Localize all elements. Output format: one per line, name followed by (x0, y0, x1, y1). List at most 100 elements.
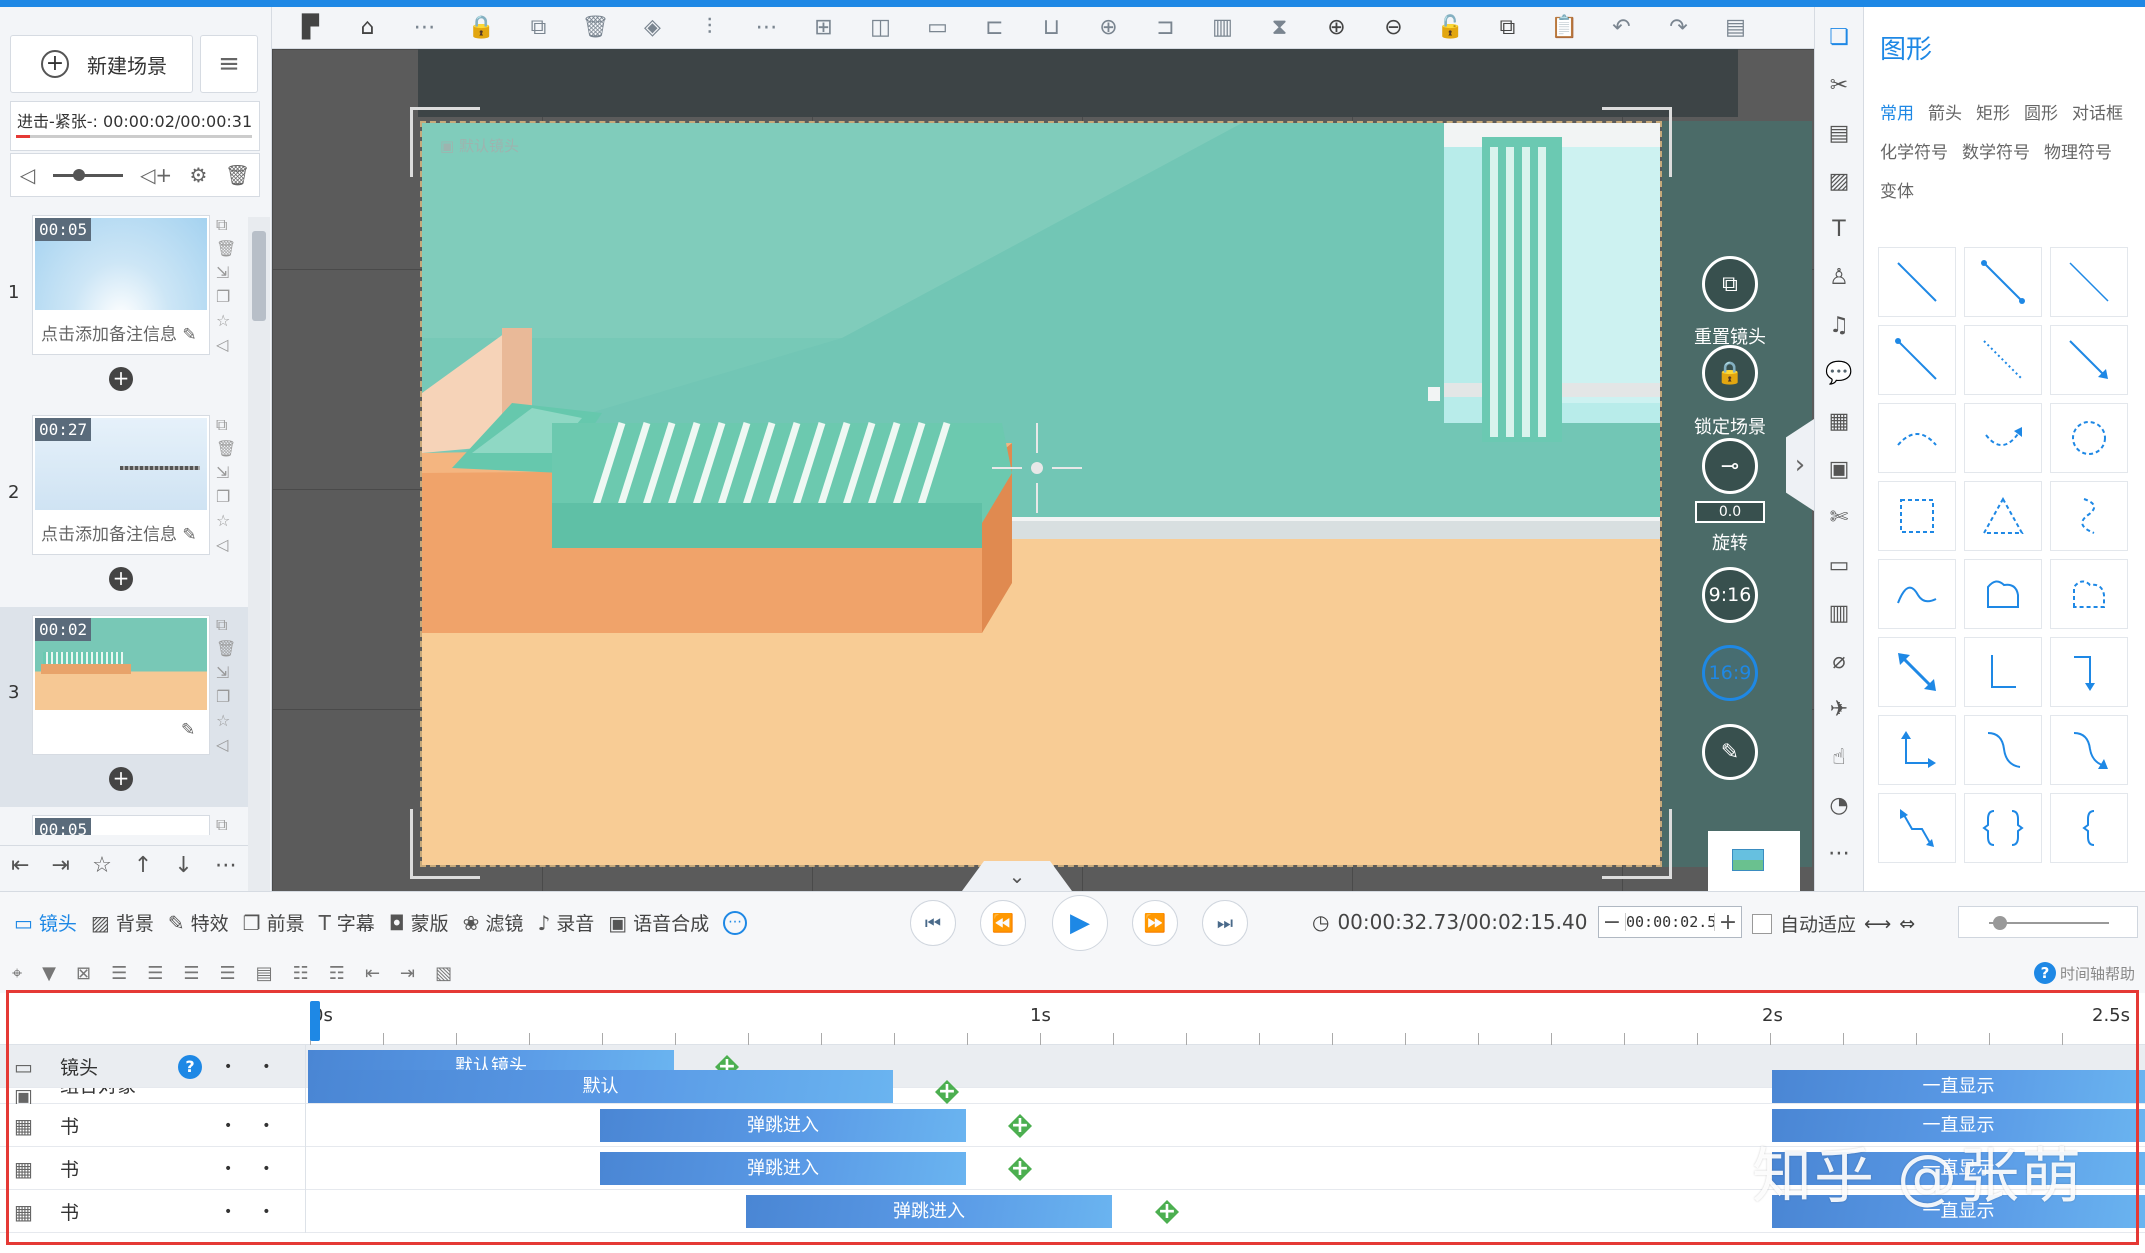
align-top-icon[interactable]: ▭ (909, 15, 966, 40)
trash-icon[interactable]: 🗑 (216, 239, 236, 258)
tab-tts[interactable]: ▣ 语音合成 (608, 909, 709, 936)
scene-item-4[interactable]: 00:05 ⧉ (0, 807, 248, 835)
copy-icon[interactable]: ⧉ (216, 615, 236, 634)
arc-dashed-shape[interactable] (1878, 403, 1956, 473)
row-toggles[interactable]: •• (224, 1118, 301, 1134)
star-icon[interactable]: ☆ (216, 711, 236, 730)
stack-icon[interactable]: ☷ (293, 963, 309, 984)
star-icon[interactable]: ☆ (92, 853, 112, 878)
gallery-icon[interactable]: ▦ (1823, 403, 1855, 440)
crop-corner-top-right[interactable] (1602, 107, 1672, 177)
tab-record[interactable]: ♪ 录音 (537, 909, 594, 936)
pie-chart-icon[interactable]: ◔ (1823, 787, 1855, 824)
wave-arc-shape[interactable] (1878, 559, 1956, 629)
elbow-double-arrow-shape[interactable] (1878, 715, 1956, 785)
lock-icon[interactable]: 🔒 (453, 15, 510, 40)
group-icon[interactable]: ⊞ (795, 15, 852, 40)
align-left-icon[interactable]: ⊏ (966, 15, 1023, 40)
lock-icon[interactable]: 🔓 (1422, 15, 1479, 40)
text-icon[interactable]: T (1823, 211, 1855, 248)
line-shape[interactable] (1878, 247, 1956, 317)
add-keyframe-icon[interactable]: + (1155, 1200, 1179, 1224)
duration-value[interactable]: 00:00:02.5 (1625, 913, 1715, 931)
center-vertical-icon[interactable]: ⧗ (1251, 15, 1308, 40)
auto-fit-checkbox[interactable] (1752, 913, 1772, 934)
shift-right-icon[interactable]: ⇥ (400, 963, 415, 984)
add-keyframe-icon[interactable]: + (1008, 1114, 1032, 1138)
row-toggles[interactable]: •• (224, 1059, 301, 1075)
sound-icon[interactable]: ◁ (216, 735, 236, 754)
ratio-9-16-button[interactable]: 9:16 (1702, 567, 1758, 623)
sequence-icon[interactable]: ▤ (256, 963, 273, 984)
scene-list-scrollbar[interactable] (248, 217, 270, 897)
locate-icon[interactable]: ⌖ (12, 963, 22, 984)
elbow-arrow-shape[interactable] (2050, 637, 2128, 707)
sound-icon[interactable]: ◁ (216, 535, 236, 554)
prev-frame-button[interactable]: ⏪ (980, 900, 1026, 946)
curve-arrow-shape[interactable] (1964, 403, 2042, 473)
row-toggles[interactable]: •• (224, 1161, 301, 1177)
undo-icon[interactable]: ↶ (1593, 15, 1650, 40)
add-keyframe-icon[interactable]: + (1008, 1157, 1032, 1181)
ratio-16-9-button[interactable]: 16:9 (1702, 645, 1758, 701)
category-math[interactable]: 数学符号 (1962, 138, 2030, 163)
tab-background[interactable]: ▨ 背景 (91, 909, 154, 936)
zoom-in-icon[interactable]: ⊕ (1308, 15, 1365, 40)
scene-item-2[interactable]: 2 00:27 点击添加备注信息 ✎ ⧉ 🗑 ⇲ ❐ ☆ ◁ + (0, 407, 248, 607)
edit-camera-button[interactable]: ✎ (1702, 724, 1758, 780)
notes-icon[interactable]: ▧ (435, 963, 452, 984)
home-icon[interactable]: ⌂ (339, 15, 396, 40)
scene-note-edit-icon[interactable]: ✎ (181, 720, 195, 740)
sound-icon[interactable]: ◁ (216, 335, 236, 354)
move-down-icon[interactable]: ↓ (174, 853, 192, 878)
dashed-rect-shape[interactable] (1878, 481, 1956, 551)
category-variant[interactable]: 变体 (1880, 177, 1914, 202)
scene-item-1[interactable]: 1 00:05 点击添加备注信息 ✎ ⧉ 🗑 ⇲ ❐ ☆ ◁ + (0, 207, 248, 407)
settings-icon[interactable]: ▤ (1707, 15, 1764, 40)
copy-icon[interactable]: ⧉ (216, 415, 236, 434)
plane-icon[interactable]: ✈ (1823, 691, 1855, 728)
more-icon[interactable]: ⋯ (396, 15, 453, 40)
category-chemistry[interactable]: 化学符号 (1880, 138, 1948, 163)
add-scene-icon[interactable]: + (109, 367, 133, 391)
reset-camera-button[interactable]: ⧉ (1702, 256, 1758, 312)
elbow-double-arrow-2-shape[interactable] (1878, 793, 1956, 863)
zoom-out-icon[interactable]: ⊖ (1365, 15, 1422, 40)
stage-area[interactable]: ▣ 默认镜头 ⧉ 重置镜头 🔒 锁定场景 ⊸ 0.0 旋转 9:16 16:9 … (272, 49, 1814, 891)
distribute-vertical-icon[interactable]: ⫶ (681, 15, 738, 40)
fit-all-icon[interactable]: ⇔ (1899, 913, 1915, 935)
category-arrow[interactable]: 箭头 (1928, 99, 1962, 124)
clear-filter-icon[interactable]: ⊠ (76, 963, 91, 984)
camera-center-crosshair[interactable] (992, 423, 1082, 513)
add-scene-icon[interactable]: + (109, 767, 133, 791)
animation-bar-persistent[interactable]: 一直显示 (1772, 1070, 2145, 1103)
effect-icon[interactable]: ◈ (624, 15, 681, 40)
trash-icon[interactable]: 🗑 (216, 639, 236, 658)
scene-card[interactable]: 00:02 ✎ (32, 615, 210, 755)
s-curve-shape[interactable] (1964, 715, 2042, 785)
animation-bar[interactable]: 弹跳进入 (600, 1152, 966, 1185)
export-icon[interactable]: ⇲ (216, 463, 236, 482)
scene-card[interactable]: 00:27 点击添加备注信息 ✎ (32, 415, 210, 555)
speech-bubble-icon[interactable]: 💬 (1823, 355, 1855, 392)
arrow-line-shape[interactable] (2050, 325, 2128, 395)
thin-line-shape[interactable] (2050, 247, 2128, 317)
special-shape-icon[interactable]: ✂ (1823, 67, 1855, 104)
volume-slider[interactable] (52, 168, 123, 181)
next-frame-button[interactable]: ⏩ (1132, 900, 1178, 946)
category-dialog[interactable]: 对话框 (2072, 99, 2123, 124)
hand-icon[interactable]: ☝ (1823, 739, 1855, 776)
lock-scene-button[interactable]: 🔒 (1702, 345, 1758, 401)
replace-icon[interactable]: ⧉ (510, 15, 567, 40)
category-common[interactable]: 常用 (1880, 99, 1914, 124)
line-start-dot-shape[interactable] (1878, 325, 1956, 395)
tools-icon[interactable]: ✄ (1823, 499, 1855, 536)
elbow-connector-shape[interactable] (1964, 637, 2042, 707)
play-button[interactable]: ▶ (1052, 895, 1108, 951)
rotation-value[interactable]: 0.0 (1695, 501, 1765, 523)
tab-filter[interactable]: ❀ 滤镜 (463, 909, 524, 936)
distribute-icon[interactable]: ☰ (220, 963, 236, 984)
tab-subtitle[interactable]: T 字幕 (319, 909, 375, 936)
trash-icon[interactable]: 🗑 (225, 163, 250, 187)
copy-icon[interactable]: ⧉ (216, 215, 236, 234)
